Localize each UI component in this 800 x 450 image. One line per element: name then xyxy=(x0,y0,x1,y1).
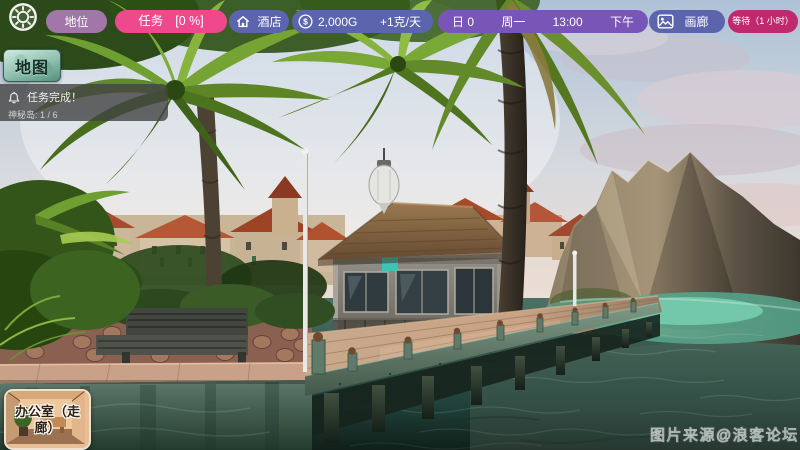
wait-button[interactable]: 等待（1 小时） xyxy=(728,10,798,33)
weekday-label: 周一 xyxy=(501,16,525,28)
income-rate: +1克/天 xyxy=(380,16,421,28)
hotel-label: 酒店 xyxy=(257,16,281,28)
day-counter: 日 0 xyxy=(452,16,474,28)
game-screen: 地位 任务 [0 %] 酒店 $ 2,000G +1克/天 日 0 周 xyxy=(0,0,800,450)
home-icon xyxy=(236,15,250,28)
map-label: 地图 xyxy=(15,54,49,78)
bell-icon xyxy=(8,91,20,104)
gallery-label: 画廊 xyxy=(674,16,725,28)
wait-label: 等待（1 小时） xyxy=(732,17,794,26)
map-button[interactable]: 地图 xyxy=(3,49,61,82)
hotel-button[interactable]: 酒店 xyxy=(229,10,289,33)
clock-time: 13:00 xyxy=(553,16,583,28)
gallery-icon xyxy=(657,14,674,29)
notification-toast: 任务完成！ 神秘岛: 1 / 6 xyxy=(0,84,168,121)
office-label: 办公室（走廊） xyxy=(6,391,89,448)
task-label: 任务 xyxy=(138,15,163,28)
notification-title: 任务完成！ xyxy=(27,89,82,105)
money-amount: 2,000G xyxy=(318,16,357,28)
notification-progress: 神秘岛: 1 / 6 xyxy=(8,108,160,121)
coin-icon: $ xyxy=(298,14,313,29)
background-scene xyxy=(0,0,800,450)
day-period: 下午 xyxy=(610,16,634,28)
office-button[interactable]: 办公室（走廊） xyxy=(4,389,91,450)
gallery-button[interactable]: 画廊 xyxy=(649,10,725,33)
watermark: 图片来源@浪客论坛 xyxy=(650,424,799,445)
task-progress: [0 %] xyxy=(175,15,204,28)
task-button[interactable]: 任务 [0 %] xyxy=(115,10,227,33)
money-display: $ 2,000G +1克/天 xyxy=(292,10,433,33)
svg-text:$: $ xyxy=(303,17,308,27)
status-label: 地位 xyxy=(64,16,88,28)
gear-icon[interactable] xyxy=(7,1,39,33)
status-button[interactable]: 地位 xyxy=(46,10,107,33)
datetime-display: 日 0 周一 13:00 下午 xyxy=(438,10,648,33)
